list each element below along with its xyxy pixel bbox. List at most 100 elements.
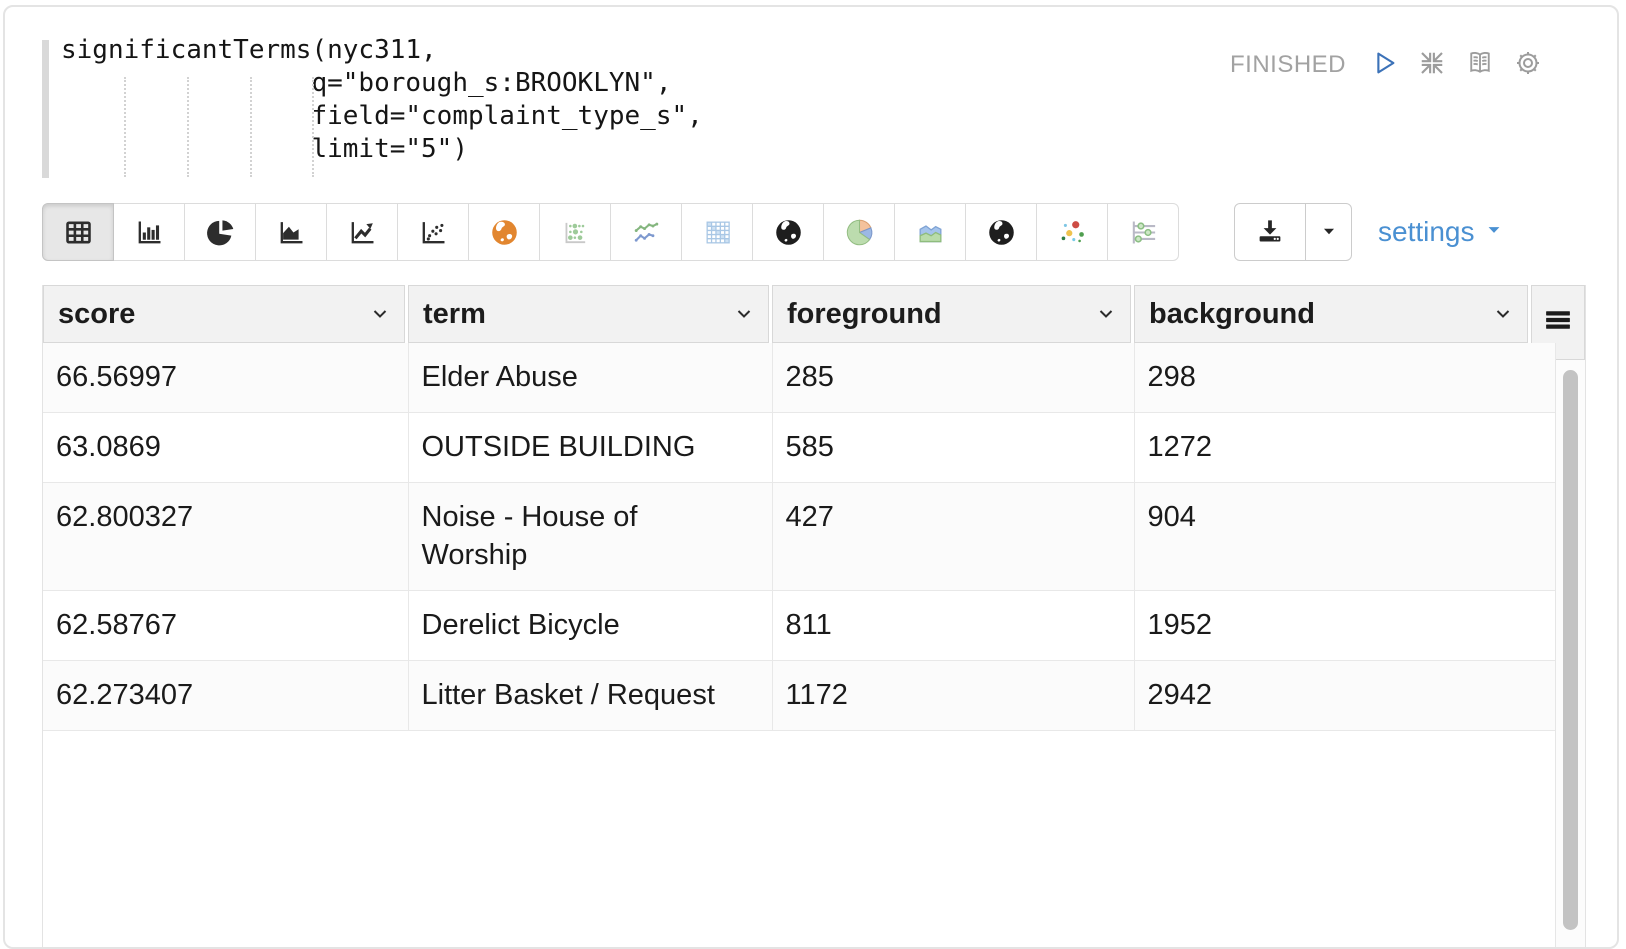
table-body: 66.56997Elder Abuse28529863.0869OUTSIDE … bbox=[43, 343, 1556, 731]
chevron-down-icon bbox=[732, 302, 756, 326]
table-cell[interactable]: 62.273407 bbox=[43, 661, 408, 731]
bar-chart-icon bbox=[133, 217, 166, 248]
table-cell[interactable]: 2942 bbox=[1134, 661, 1555, 731]
viz-button-map-orange[interactable] bbox=[468, 203, 540, 261]
notebook-paragraph: significantTerms(nyc311, q="borough_s:BR… bbox=[3, 5, 1619, 949]
area-pastel-icon bbox=[914, 217, 947, 248]
table-cell[interactable]: 585 bbox=[772, 413, 1134, 483]
column-dropdown[interactable] bbox=[368, 302, 392, 326]
viz-button-pie-pastel[interactable] bbox=[823, 203, 895, 261]
column-dropdown[interactable] bbox=[732, 302, 756, 326]
scatter-color-icon bbox=[1056, 217, 1089, 248]
viz-button-bubble-scatter[interactable] bbox=[1036, 203, 1108, 261]
table-cell[interactable]: 1272 bbox=[1134, 413, 1555, 483]
viz-button-globe-1[interactable] bbox=[752, 203, 824, 261]
column-header-label: score bbox=[58, 298, 135, 331]
download-group bbox=[1234, 203, 1352, 261]
viz-button-area-chart[interactable] bbox=[255, 203, 327, 261]
caret-down-icon bbox=[1318, 220, 1340, 242]
table-cell[interactable]: Elder Abuse bbox=[408, 343, 772, 413]
globe-dark-icon bbox=[985, 217, 1018, 248]
table-header-row: score term foreground background bbox=[43, 285, 1528, 343]
table-row: 62.273407Litter Basket / Request11722942 bbox=[43, 661, 1555, 731]
settings-label: settings bbox=[1378, 216, 1475, 248]
hamburger-icon bbox=[1543, 305, 1573, 335]
chevron-down-icon bbox=[1491, 302, 1515, 326]
download-button[interactable] bbox=[1234, 203, 1306, 261]
play-icon bbox=[1369, 48, 1399, 78]
viz-button-punchcard[interactable] bbox=[539, 203, 611, 261]
caret-down-blue-icon bbox=[1484, 220, 1504, 240]
column-header-foreground[interactable]: foreground bbox=[772, 285, 1131, 343]
table-row: 62.800327Noise - House of Worship427904 bbox=[43, 483, 1555, 591]
viz-button-multi-line-chart[interactable] bbox=[610, 203, 682, 261]
table-cell[interactable]: Derelict Bicycle bbox=[408, 591, 772, 661]
indent-guide bbox=[312, 77, 314, 177]
code-editor[interactable]: significantTerms(nyc311, q="borough_s:BR… bbox=[61, 34, 703, 166]
table-cell[interactable]: 66.56997 bbox=[43, 343, 408, 413]
globe-dark-icon bbox=[772, 217, 805, 248]
indent-guide bbox=[250, 77, 252, 177]
column-dropdown[interactable] bbox=[1094, 302, 1118, 326]
indent-guide bbox=[187, 77, 189, 177]
gear-icon bbox=[1513, 48, 1543, 78]
viz-button-area-pastel[interactable] bbox=[894, 203, 966, 261]
table-cell[interactable]: 904 bbox=[1134, 483, 1555, 591]
table-cell[interactable]: 1172 bbox=[772, 661, 1134, 731]
pie-chart-icon bbox=[204, 217, 237, 248]
table-row: 63.0869OUTSIDE BUILDING5851272 bbox=[43, 413, 1555, 483]
download-dropdown-button[interactable] bbox=[1305, 203, 1352, 261]
table-cell[interactable]: 63.0869 bbox=[43, 413, 408, 483]
table-row: 62.58767Derelict Bicycle8111952 bbox=[43, 591, 1555, 661]
paragraph-settings-button[interactable] bbox=[1512, 49, 1544, 81]
table-cell[interactable]: 298 bbox=[1134, 343, 1555, 413]
collapse-output-button[interactable] bbox=[1416, 49, 1448, 81]
matrix-icon bbox=[701, 217, 734, 248]
viz-button-scatter-chart[interactable] bbox=[397, 203, 469, 261]
download-icon bbox=[1255, 216, 1285, 246]
column-header-label: background bbox=[1149, 298, 1315, 331]
column-header-label: foreground bbox=[787, 298, 942, 331]
table-cell[interactable]: 811 bbox=[772, 591, 1134, 661]
caret-down-icon bbox=[1484, 220, 1504, 245]
column-header-background[interactable]: background bbox=[1134, 285, 1528, 343]
scrollbar-thumb[interactable] bbox=[1563, 370, 1578, 930]
viz-button-table[interactable] bbox=[42, 203, 114, 261]
viz-button-parallel-coordinates[interactable] bbox=[1107, 203, 1179, 261]
parallel-icon bbox=[1127, 217, 1160, 248]
table-cell[interactable]: Noise - House of Worship bbox=[408, 483, 772, 591]
viz-button-line-chart[interactable] bbox=[326, 203, 398, 261]
settings-toggle[interactable]: settings bbox=[1378, 203, 1504, 261]
table-cell[interactable]: 62.58767 bbox=[43, 591, 408, 661]
column-dropdown[interactable] bbox=[1491, 302, 1515, 326]
show-report-button[interactable] bbox=[1464, 49, 1496, 81]
chevron-down-icon bbox=[1094, 302, 1118, 326]
book-icon bbox=[1465, 48, 1495, 78]
globe-orange-icon bbox=[488, 217, 521, 248]
table-cell[interactable]: Litter Basket / Request bbox=[408, 661, 772, 731]
table-cell[interactable]: 1952 bbox=[1134, 591, 1555, 661]
table-cell[interactable]: 285 bbox=[772, 343, 1134, 413]
chevron-down-icon bbox=[368, 302, 392, 326]
compress-icon bbox=[1417, 48, 1447, 78]
table-cell[interactable]: 62.800327 bbox=[43, 483, 408, 591]
result-table: score term foreground background 66.56997El… bbox=[42, 285, 1586, 948]
multi-line-icon bbox=[630, 217, 663, 248]
column-header-term[interactable]: term bbox=[408, 285, 769, 343]
paragraph-status: FINISHED bbox=[1230, 51, 1346, 79]
table-scrollbar[interactable] bbox=[1555, 360, 1585, 947]
run-button[interactable] bbox=[1368, 49, 1400, 81]
column-header-score[interactable]: score bbox=[43, 285, 405, 343]
table-cell[interactable]: OUTSIDE BUILDING bbox=[408, 413, 772, 483]
viz-button-bar-chart[interactable] bbox=[113, 203, 185, 261]
table-icon bbox=[62, 217, 95, 248]
dot-grid-icon bbox=[559, 217, 592, 248]
column-header-label: term bbox=[423, 298, 486, 331]
table-cell[interactable]: 427 bbox=[772, 483, 1134, 591]
viz-button-globe-2[interactable] bbox=[965, 203, 1037, 261]
line-chart-icon bbox=[346, 217, 379, 248]
visualization-toolbar bbox=[42, 203, 1179, 261]
table-row: 66.56997Elder Abuse285298 bbox=[43, 343, 1555, 413]
viz-button-pie-chart[interactable] bbox=[184, 203, 256, 261]
viz-button-matrix-heatmap[interactable] bbox=[681, 203, 753, 261]
